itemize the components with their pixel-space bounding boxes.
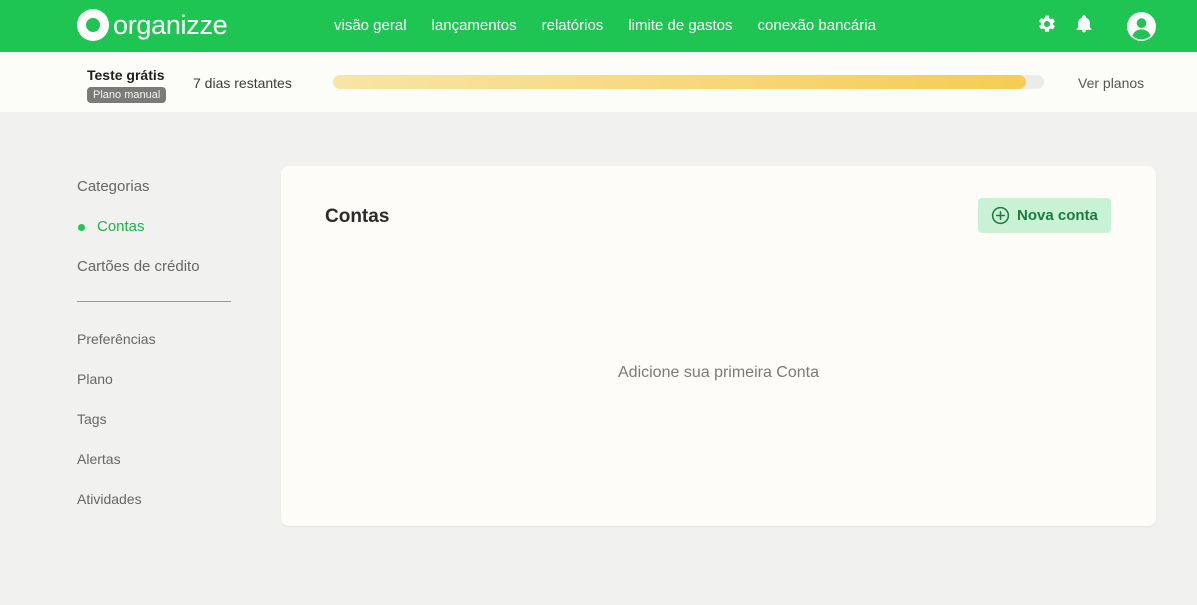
trial-progress-fill [333,75,1027,89]
sidebar-divider [77,301,231,302]
settings-sidebar: Categorias Contas Cartões de crédito Pre… [77,178,231,530]
trial-progress-bar [333,75,1044,89]
gear-icon[interactable] [1037,14,1057,34]
trial-title: Teste grátis [87,67,165,83]
sidebar-item-alertas[interactable]: Alertas [77,450,231,490]
user-avatar-icon[interactable] [1127,12,1156,41]
plan-badge: Plano manual [87,87,167,103]
sidebar-item-preferencias[interactable]: Preferências [77,330,231,370]
new-account-button[interactable]: Nova conta [978,198,1111,233]
empty-state-message: Adicione sua primeira Conta [618,364,819,381]
top-navbar: organizze visão geral lançamentos relató… [0,0,1197,52]
nav-lancamentos[interactable]: lançamentos [432,17,517,35]
main-nav: visão geral lançamentos relatórios limit… [334,17,876,35]
sidebar-item-atividades[interactable]: Atividades [77,490,231,530]
nav-relatorios[interactable]: relatórios [542,17,604,35]
nav-limite-de-gastos[interactable]: limite de gastos [628,17,732,35]
sidebar-item-contas[interactable]: Contas [77,218,231,258]
sidebar-item-cartoes-de-credito[interactable]: Cartões de crédito [77,258,231,298]
new-account-label: Nova conta [1017,207,1098,224]
sidebar-item-categorias[interactable]: Categorias [77,178,231,218]
logo-icon [77,9,109,41]
nav-conexao-bancaria[interactable]: conexão bancária [758,17,876,35]
days-remaining: 7 dias restantes [193,75,292,91]
plus-circle-icon [991,206,1010,225]
organizze-logo[interactable]: organizze [77,9,228,41]
sidebar-item-tags[interactable]: Tags [77,410,231,450]
see-plans-link[interactable]: Ver planos [1078,75,1144,91]
sidebar-item-plano[interactable]: Plano [77,370,231,410]
page-title: Contas [325,206,390,227]
logo-text: organizze [113,10,228,40]
accounts-card: Contas Nova conta Adicione sua primeira … [281,166,1156,526]
top-icons [1036,12,1160,42]
nav-visao-geral[interactable]: visão geral [334,17,407,35]
bell-icon[interactable] [1074,14,1094,34]
trial-bar: Teste grátis Plano manual 7 dias restant… [0,52,1197,112]
